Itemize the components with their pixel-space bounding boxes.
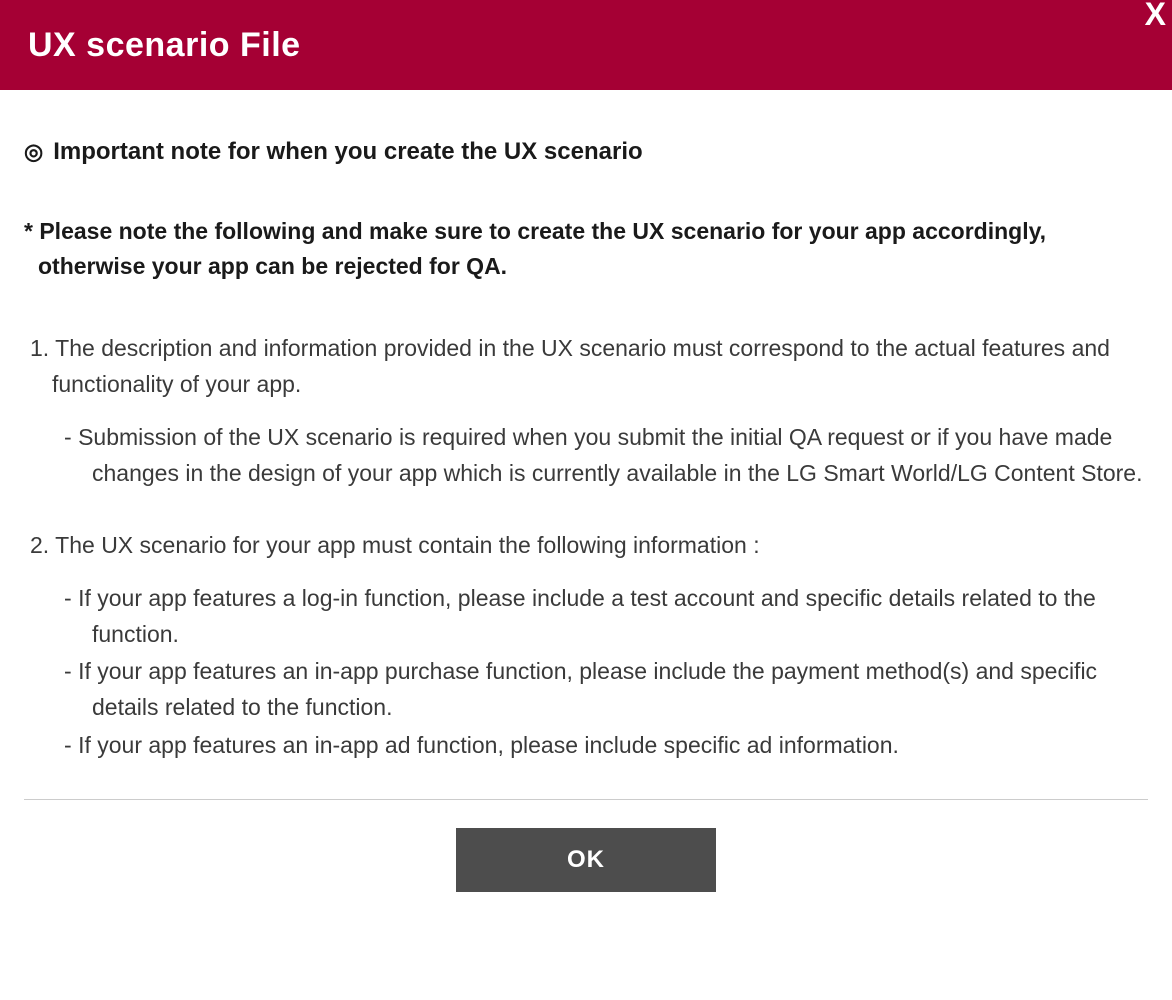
list-text: The UX scenario for your app must contai… [55,532,759,558]
important-note-heading: ◎ Important note for when you create the… [24,138,1148,166]
list-item-2: 2. The UX scenario for your app must con… [24,528,1148,564]
section-1: 1. The description and information provi… [24,331,1148,492]
close-icon[interactable]: X [1145,0,1166,30]
list-text: The description and information provided… [52,335,1110,397]
list-sub-item: If your app features an in-app purchase … [24,654,1148,725]
warning-text: Please note the following and make sure … [24,214,1148,283]
dialog-content: ◎ Important note for when you create the… [0,90,1172,892]
dialog-title: UX scenario File [28,26,301,65]
important-note-text: Important note for when you create the U… [53,138,642,166]
section-2: 2. The UX scenario for your app must con… [24,528,1148,764]
list-number: 2. [30,532,49,558]
button-row: OK [24,828,1148,892]
list-item-1: 1. The description and information provi… [24,331,1148,402]
list-sub-item: If your app features a log-in function, … [24,581,1148,652]
bullseye-icon: ◎ [24,139,43,165]
list-number: 1. [30,335,49,361]
divider [24,799,1148,800]
list-sub-item: Submission of the UX scenario is require… [24,420,1148,491]
list-sub-item: If your app features an in-app ad functi… [24,728,1148,764]
ok-button[interactable]: OK [456,828,716,892]
dialog-header: UX scenario File X [0,0,1172,90]
